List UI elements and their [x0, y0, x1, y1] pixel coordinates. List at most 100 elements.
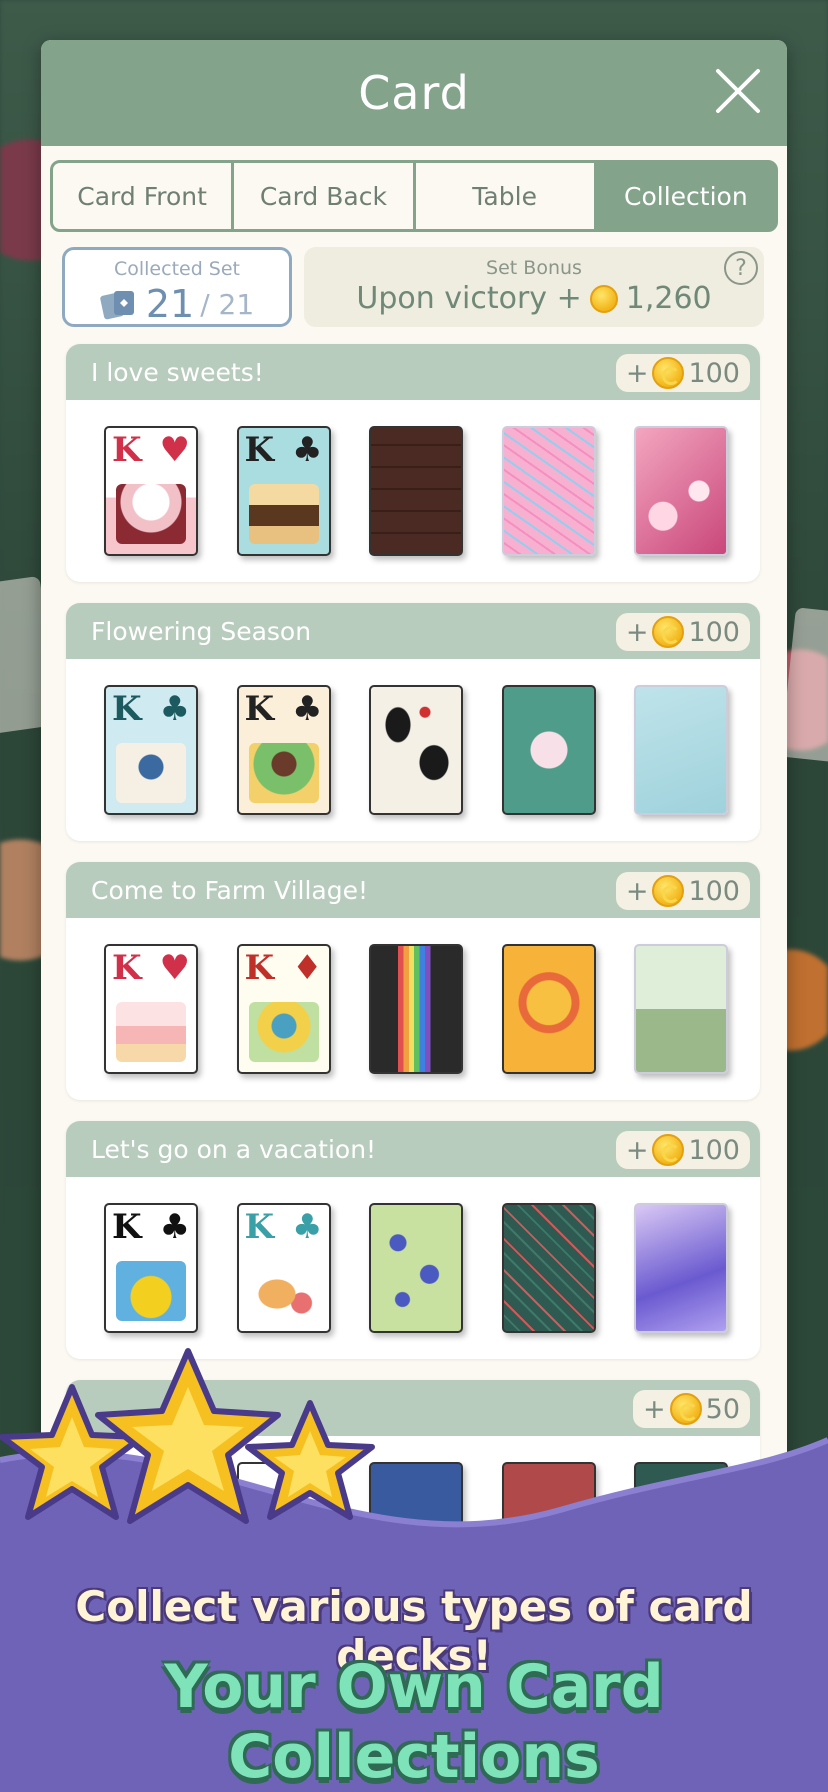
tab-collection[interactable]: Collection [596, 163, 775, 229]
set-name: Let's go on a vacation! [91, 1134, 377, 1164]
card-rank: K [112, 1207, 142, 1247]
heart-icon: ♥ [159, 948, 190, 988]
pineapple-icon [116, 1261, 186, 1321]
set-reward: + 100 [615, 354, 750, 392]
set-bonus-label: Set Bonus [486, 257, 582, 279]
set-name: Flowering Season [91, 616, 312, 646]
cake-icon [116, 1002, 186, 1062]
card-front-cake[interactable]: K ♣ [236, 426, 331, 556]
table-market[interactable] [634, 944, 728, 1074]
reward-plus: + [625, 1134, 649, 1166]
card-back-floral-wreath[interactable] [501, 685, 596, 815]
card-back-leaves[interactable] [369, 685, 463, 815]
collected-set-label: Collected Set [113, 258, 241, 280]
reward-amount: 100 [688, 616, 740, 648]
set-name: I love sweets! [91, 357, 264, 387]
cupcake-icon [116, 484, 186, 544]
card-back-chocolate[interactable] [369, 426, 463, 556]
coin-icon [669, 1393, 702, 1425]
set-header: Let's go on a vacation! + 100 [66, 1121, 760, 1177]
card-front-pineapple-teal[interactable]: K ♣ [236, 1203, 331, 1333]
collection-set: Come to Farm Village! + 100 K ♥ K ♦ [66, 862, 760, 1100]
card-rank: K [112, 430, 142, 470]
reward-amount: 50 [705, 1393, 740, 1425]
set-reward: + 50 [633, 1390, 750, 1428]
set-name: Come to Farm Village! [91, 875, 369, 905]
collection-set: I love sweets! + 100 K ♥ K ♣ [66, 344, 760, 582]
collected-total: / 21 [200, 287, 255, 321]
card-back-blueberries[interactable] [369, 1203, 463, 1333]
stars-decoration [0, 1348, 375, 1524]
card-back-cassette[interactable] [369, 944, 463, 1074]
cake-icon [248, 484, 319, 544]
card-rank: K [244, 689, 275, 729]
tab-table[interactable]: Table [415, 163, 594, 229]
table-purple-pool[interactable] [634, 1203, 728, 1333]
panel-title: Card [358, 66, 470, 120]
set-header: I love sweets! + 100 [66, 344, 760, 400]
trophy-icon [248, 1002, 319, 1062]
reward-amount: 100 [688, 1134, 740, 1166]
tab-card-back[interactable]: Card Back [234, 163, 413, 229]
card-front-cupcake[interactable]: K ♥ [104, 426, 198, 556]
tab-card-front[interactable]: Card Front [53, 163, 232, 229]
card-back-geometric[interactable] [501, 1203, 596, 1333]
coin-icon [589, 284, 618, 313]
coin-icon [652, 875, 685, 907]
set-reward: + 100 [615, 613, 750, 651]
collection-set: Flowering Season + 100 K ♣ K ♣ [66, 603, 760, 841]
card-front-flower-girl[interactable]: K ♣ [236, 685, 331, 815]
reward-plus: + [625, 616, 649, 648]
card-front-trophy[interactable]: K ♦ [236, 944, 331, 1074]
pineapple-icon [248, 1261, 319, 1321]
card-rank: K [244, 1207, 275, 1247]
star-icon [0, 1384, 145, 1520]
card-panel: Card Card Front Card Back Table Collecti… [41, 40, 787, 1540]
card-front-birthday-cake[interactable]: K ♥ [104, 944, 198, 1074]
set-bonus-amount: 1,260 [625, 281, 712, 316]
flower-girl-icon [248, 743, 319, 803]
banner-headline: Your Own Card Collections [164, 1652, 664, 1792]
cards-icon [100, 291, 134, 320]
reward-plus: + [643, 1393, 666, 1425]
help-button[interactable]: ? [724, 251, 758, 285]
set-bonus-text: Upon victory + [356, 281, 582, 316]
table-blue-rabbit[interactable] [634, 685, 728, 815]
card-rank: K [112, 948, 142, 988]
coin-icon [652, 616, 685, 648]
diamond-icon: ♦ [292, 948, 323, 988]
club-icon: ♣ [159, 1207, 190, 1247]
set-reward: + 100 [615, 872, 750, 910]
set-bonus-box: Set Bonus Upon victory + 1,260 ? [304, 247, 764, 327]
reward-amount: 100 [688, 875, 740, 907]
collected-set-box: Collected Set 21 / 21 [62, 247, 292, 327]
set-header: Flowering Season + 100 [66, 603, 760, 659]
collection-set: Let's go on a vacation! + 100 K ♣ K ♣ [66, 1121, 760, 1359]
club-icon: ♣ [292, 689, 323, 729]
club-icon: ♣ [292, 430, 323, 470]
flower-icon [116, 743, 186, 803]
reward-plus: + [625, 357, 649, 389]
card-rank: K [112, 689, 142, 729]
club-icon: ♣ [292, 1207, 323, 1247]
close-button[interactable] [713, 66, 763, 116]
collected-count: 21 [145, 282, 195, 326]
set-reward: + 100 [615, 1131, 750, 1169]
club-icon: ♣ [159, 689, 190, 729]
tab-bar: Card Front Card Back Table Collection [50, 160, 778, 232]
card-front-flower-vase[interactable]: K ♣ [104, 685, 198, 815]
card-rank: K [244, 430, 275, 470]
card-back-ferris-wheel[interactable] [501, 944, 596, 1074]
table-pink-bokeh[interactable] [634, 426, 728, 556]
close-icon [716, 69, 760, 113]
heart-icon: ♥ [159, 430, 190, 470]
card-front-pineapple-black[interactable]: K ♣ [104, 1203, 198, 1333]
card-rank: K [244, 948, 275, 988]
coin-icon [652, 357, 685, 389]
reward-plus: + [625, 875, 649, 907]
panel-header: Card [41, 40, 787, 146]
card-back-sprinkles[interactable] [501, 426, 596, 556]
set-header: Come to Farm Village! + 100 [66, 862, 760, 918]
reward-amount: 100 [688, 357, 740, 389]
coin-icon [652, 1134, 685, 1166]
